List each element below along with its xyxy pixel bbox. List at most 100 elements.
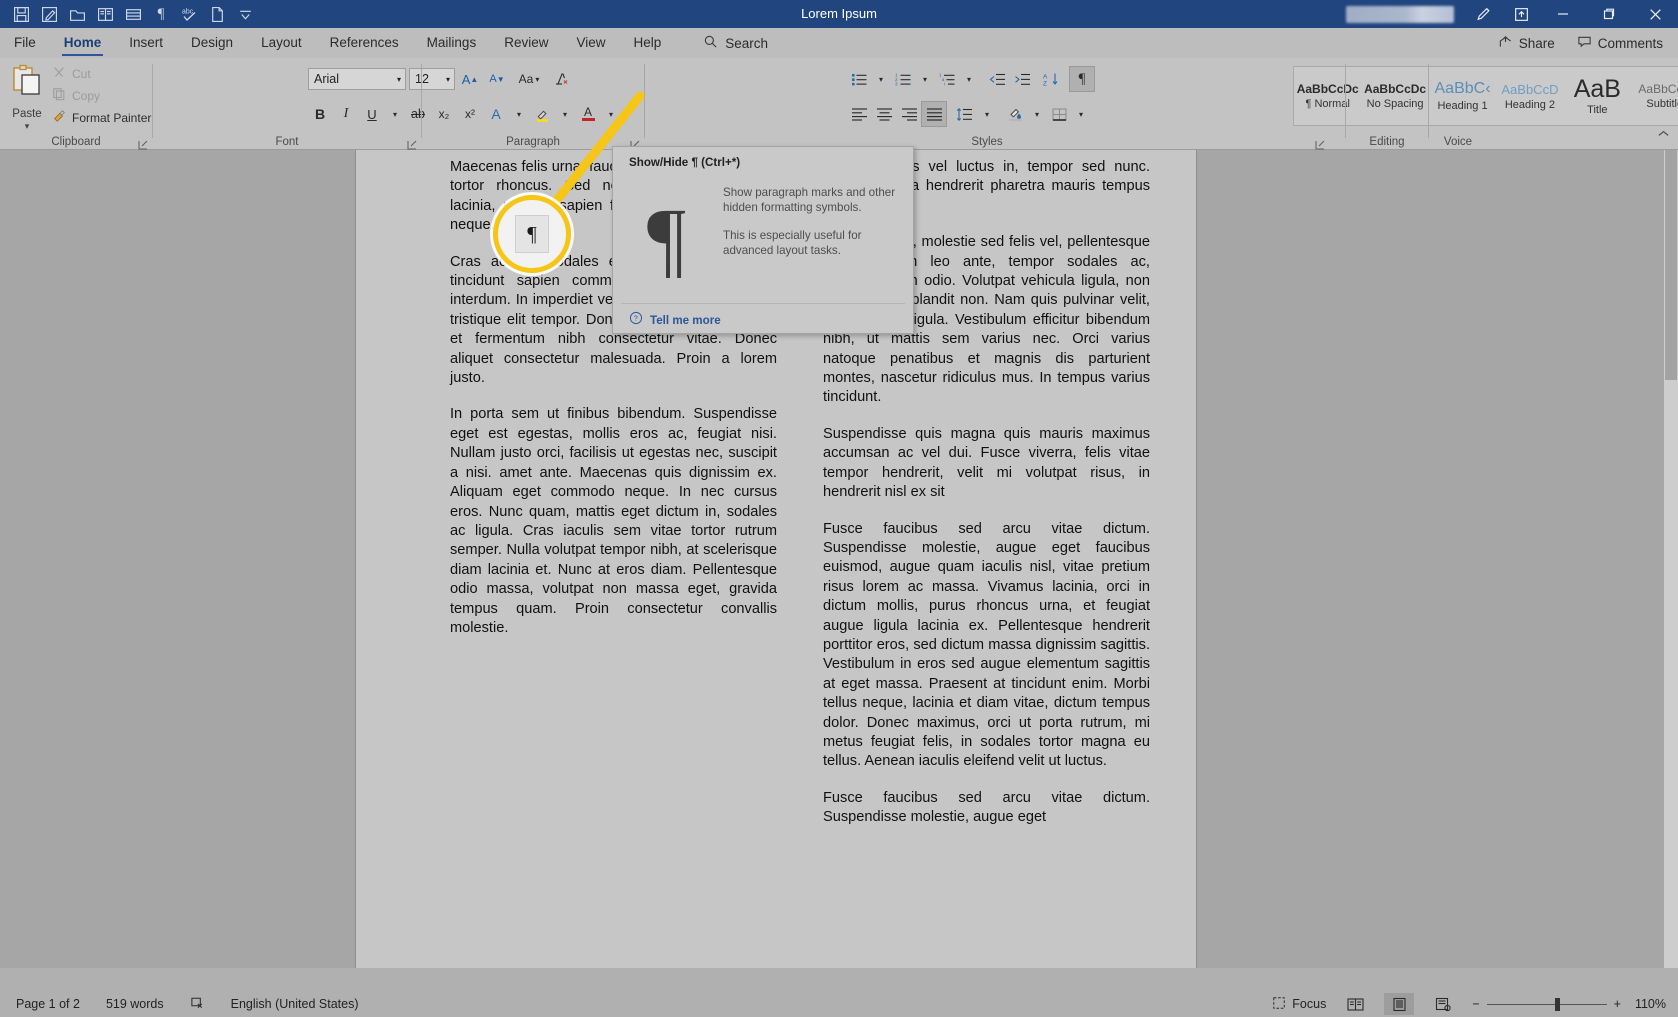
ribbon-group-voice: Dictate ▾ Voice [1429,58,1487,150]
new-doc-icon[interactable] [204,2,230,26]
underline-button[interactable]: U [360,102,384,126]
focus-icon [1272,996,1286,1013]
minimize-button[interactable] [1540,0,1586,28]
save-icon[interactable] [8,2,34,26]
clipboard-dialog-launcher[interactable] [138,137,148,150]
tooltip-text-2: This is especially useful for advanced l… [723,229,862,257]
titlebar-right [1346,0,1678,28]
copy-button[interactable]: Copy [52,86,151,105]
comments-button[interactable]: Comments [1568,31,1672,55]
zoom-thumb[interactable] [1554,997,1560,1011]
autosave-icon[interactable] [36,2,62,26]
status-bar-left: Page 1 of 2 519 words English (United St… [0,995,358,1013]
quick-access-toolbar: ¶ abc [0,2,258,26]
tab-references[interactable]: References [316,28,413,58]
font-group-label: Font [275,136,299,148]
web-layout-view-button[interactable] [1428,993,1458,1015]
share-label: Share [1518,35,1555,51]
search-box[interactable]: Search [703,34,768,52]
ribbon-group-font: Arial ▾ 12 ▾ A ▲ A ▼ Aa ▾ [153,58,613,150]
bold-button[interactable]: B [308,102,332,126]
clipboard-commands: Cut Copy Format Painter [52,64,151,127]
zoom-out-button[interactable]: − [1472,997,1479,1011]
tab-design[interactable]: Design [177,28,247,58]
ribbon-display-options-icon[interactable] [1464,0,1502,28]
tooltip-title: Show/Hide ¶ (Ctrl+*) [629,156,741,169]
ribbon-tab-strip: File Home Insert Design Layout Reference… [0,28,1678,58]
cut-button[interactable]: Cut [52,64,151,83]
paragraph: Fusce faucibus sed arcu vitae dictum. Su… [823,789,1150,826]
focus-button[interactable]: Focus [1272,996,1326,1013]
table-icon[interactable] [120,2,146,26]
search-label: Search [725,35,769,51]
magnifier-callout: ¶ [493,195,571,273]
collapse-ribbon-icon[interactable] [1657,127,1670,145]
print-layout-view-button[interactable] [1384,993,1415,1015]
tab-help[interactable]: Help [620,28,676,58]
style-preview: AaBbCcD [1638,82,1678,96]
status-bar: Page 1 of 2 519 words English (United St… [0,968,1678,1017]
scissors-icon [52,65,66,82]
maximize-restore-button[interactable] [1586,0,1632,28]
status-bar-right: Focus − + 110% [1272,993,1666,1015]
paste-button[interactable]: Paste ▾ [6,64,48,132]
copy-label: Copy [72,88,101,103]
zoom-in-button[interactable]: + [1614,997,1621,1011]
style-heading-2[interactable]: AaBbCcD Heading 2 [1496,67,1563,125]
spelling-icon[interactable]: abc [176,2,202,26]
zoom-slider[interactable]: − + [1472,997,1621,1011]
tab-review[interactable]: Review [490,28,562,58]
paste-dropdown-chevron-icon[interactable]: ▾ [25,121,30,132]
editing-group-label: Editing [1369,136,1405,148]
open-folder-icon[interactable] [64,2,90,26]
tab-mailings[interactable]: Mailings [413,28,491,58]
paragraph-group-label: Paragraph [506,136,560,148]
font-dialog-launcher[interactable] [407,137,417,150]
restore-down-ribbon-icon[interactable] [1502,0,1540,28]
ribbon: Paste ▾ Cut Copy Format Painter Clipboar… [0,58,1678,150]
style-title[interactable]: AaB Title [1564,67,1631,125]
chevron-down-icon[interactable]: ▾ [397,75,401,84]
comment-icon [1577,34,1592,52]
read-mode-icon[interactable] [92,2,118,26]
tooltip-pilcrow-icon: ¶ [647,190,686,286]
zoom-track[interactable] [1486,997,1607,1011]
word-count[interactable]: 519 words [106,997,164,1011]
customize-qat-icon[interactable] [232,2,258,26]
close-button[interactable] [1632,0,1678,28]
scrollbar-thumb[interactable] [1665,150,1677,380]
vertical-scrollbar[interactable] [1664,150,1678,968]
tab-insert[interactable]: Insert [115,28,177,58]
tab-view[interactable]: View [562,28,619,58]
cut-label: Cut [72,66,91,81]
proofing-errors-icon[interactable] [190,995,205,1013]
tab-layout[interactable]: Layout [247,28,316,58]
tabstrip-right: Share Comments [1489,28,1672,58]
ribbon-group-styles: AaBbCcDc ¶ Normal AaBbCcDc No Spacing Aa… [645,58,1678,150]
focus-label: Focus [1292,997,1327,1011]
tab-file[interactable]: File [0,28,50,58]
paragraph: Fusce faucibus sed arcu vitae dictum. Su… [823,520,1150,770]
page-indicator[interactable]: Page 1 of 2 [16,997,80,1011]
clipboard-group-label: Clipboard [51,136,101,148]
pilcrow-icon[interactable]: ¶ [148,2,174,26]
word-window: ¶ abc Lorem Ipsum File Home Insert Desig… [0,0,1678,1017]
account-name-blurred[interactable] [1346,5,1454,23]
tab-home[interactable]: Home [50,28,116,58]
format-painter-button[interactable]: Format Painter [52,108,151,127]
copy-icon [52,87,66,104]
zoom-level[interactable]: 110% [1635,997,1666,1011]
font-name-value: Arial [314,72,340,86]
ribbon-group-paragraph: ▾ 1 2 3 ▾ 1 a i ▾ A Z ¶ ▾ ▾ ▾ Paragraph [422,58,1095,150]
underline-dropdown-chevron-icon[interactable]: ▾ [386,102,404,126]
style-subtitle[interactable]: AaBbCcD Subtitle [1631,67,1678,125]
share-button[interactable]: Share [1489,31,1564,55]
svg-text:?: ? [634,316,638,323]
font-name-combo[interactable]: Arial ▾ [308,68,406,90]
style-label: ¶ Normal [1305,98,1350,110]
styles-dialog-launcher[interactable] [1315,137,1325,150]
language-indicator[interactable]: English (United States) [231,997,359,1011]
italic-button[interactable]: I [334,102,358,126]
tell-me-more-link[interactable]: ? Tell me more [629,311,721,330]
read-mode-view-button[interactable] [1340,993,1370,1015]
